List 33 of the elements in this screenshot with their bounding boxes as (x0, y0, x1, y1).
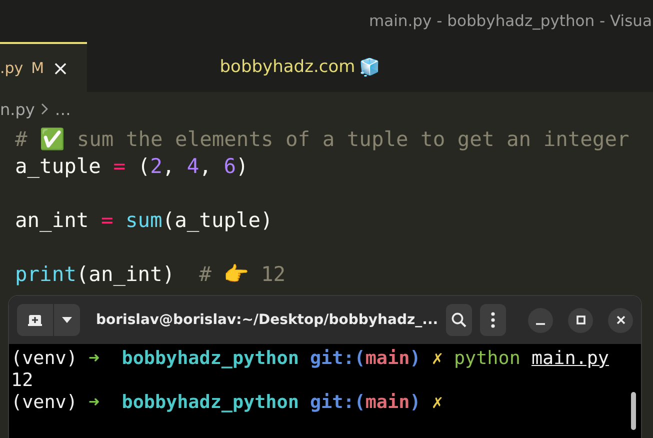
code-line: # ✅ sum the elements of a tuple to get an integer (15, 126, 630, 153)
minimize-button[interactable] (528, 308, 553, 332)
breadcrumb-more[interactable]: … (54, 100, 71, 118)
terminal-title: borislav@borislav:~/Desktop/bobbyhadz_... (96, 312, 438, 328)
terminal-line: (venv) ➜ bobbyhadz_python git:(main) ✗ (11, 392, 443, 414)
close-icon[interactable]: × (52, 58, 69, 78)
new-tab-button[interactable] (17, 304, 53, 336)
breadcrumb-file[interactable]: n.py (0, 100, 35, 118)
menu-icon (491, 312, 496, 328)
scrollbar[interactable] (631, 392, 636, 430)
dropdown-button[interactable] (54, 304, 80, 336)
maximize-button[interactable] (568, 308, 593, 332)
close-icon (616, 315, 626, 325)
maximize-icon (576, 315, 586, 325)
close-button[interactable] (608, 308, 633, 332)
new-tab-icon (28, 314, 42, 326)
menu-button[interactable] (480, 304, 506, 336)
code-line: a_tuple = (2, 4, 6) (15, 153, 248, 180)
terminal-line: 12 (11, 370, 34, 392)
banner-text: bobbyhadz.com (220, 57, 356, 77)
search-icon (451, 312, 468, 328)
editor-tab[interactable]: .py M × (0, 42, 87, 92)
chevron-icon (40, 103, 49, 115)
terminal-line: (venv) ➜ bobbyhadz_python git:(main) ✗ python main.py (11, 348, 609, 370)
code-line: an_int = sum(a_tuple) (15, 207, 273, 234)
window-title: main.py - bobbyhadz_python - Visua (369, 12, 652, 30)
banner-emoji: 🧊 (359, 56, 380, 78)
code-line: print(an_int) # 👉 12 (15, 261, 286, 288)
caret-icon (62, 317, 72, 323)
tab-label: .py (0, 59, 24, 77)
search-button[interactable] (446, 304, 472, 336)
minimize-icon (536, 322, 545, 324)
modified-label: M (31, 59, 44, 77)
